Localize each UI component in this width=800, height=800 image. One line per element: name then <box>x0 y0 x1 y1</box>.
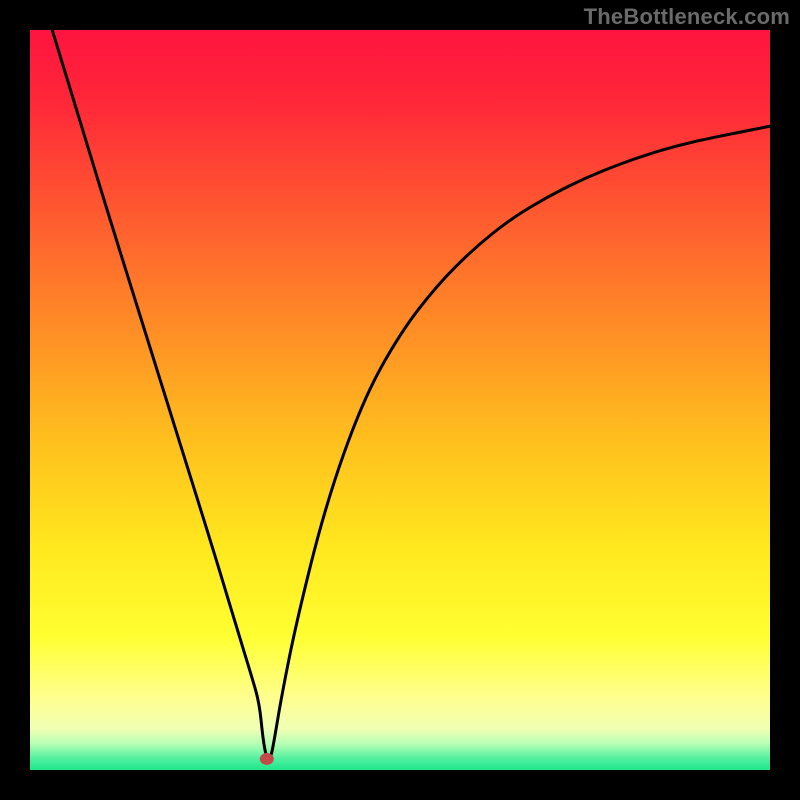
chart-svg <box>30 30 770 770</box>
optimal-point-marker <box>260 753 274 765</box>
watermark-text: TheBottleneck.com <box>584 4 790 30</box>
gradient-background <box>30 30 770 770</box>
chart-frame: TheBottleneck.com <box>0 0 800 800</box>
plot-area <box>30 30 770 770</box>
